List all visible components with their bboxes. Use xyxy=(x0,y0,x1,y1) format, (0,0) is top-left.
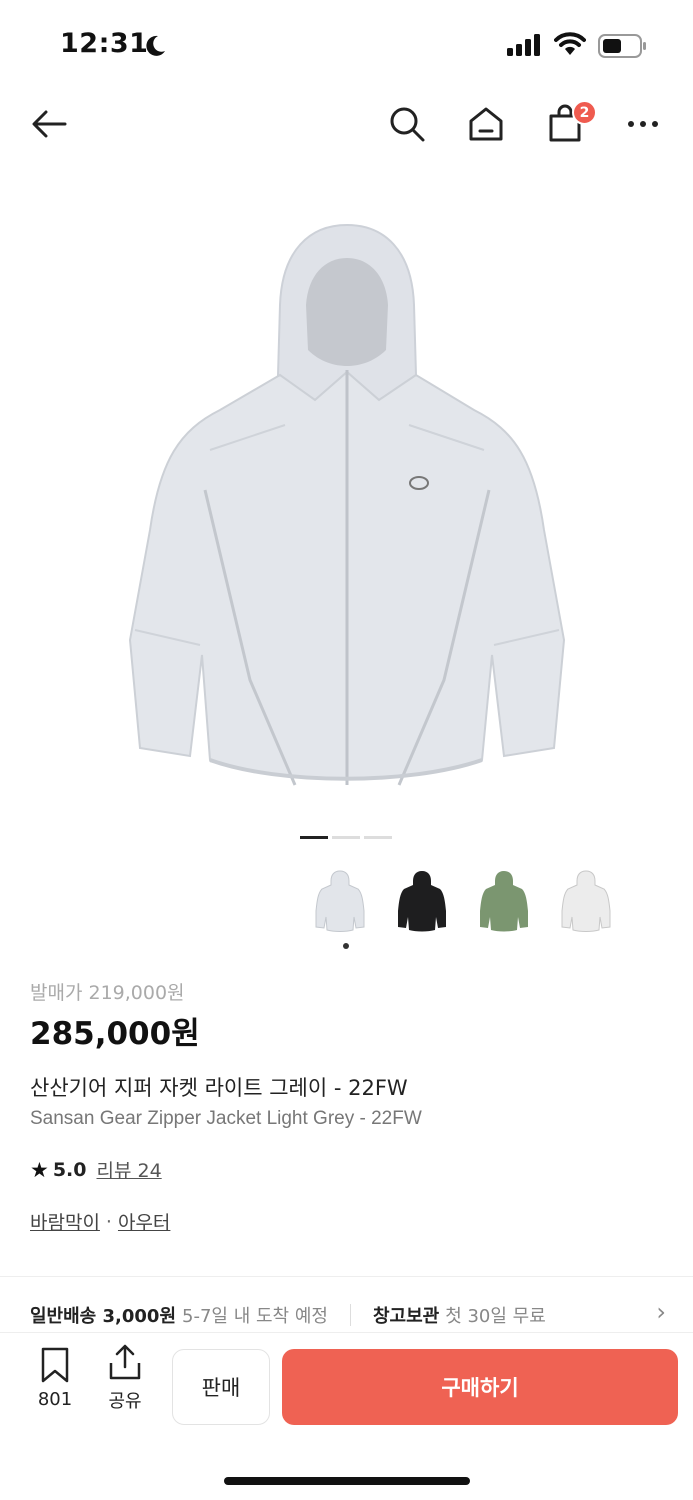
moon-icon xyxy=(146,35,165,56)
home-icon xyxy=(469,107,503,141)
section-divider xyxy=(0,1276,693,1277)
current-price: 285,000원 xyxy=(30,1016,200,1052)
standard-delivery-label: 일반배송 3,000원 xyxy=(30,1306,177,1327)
sell-button[interactable]: 판매 xyxy=(172,1349,270,1425)
release-price: 발매가 219,000원 xyxy=(30,982,185,1004)
more-dots-icon xyxy=(628,121,658,127)
bookmark-button[interactable]: 801 xyxy=(32,1347,78,1410)
product-image[interactable] xyxy=(110,200,584,810)
thumbnail-white[interactable] xyxy=(558,862,614,938)
category-row: 바람막이 · 아우터 xyxy=(30,1208,170,1235)
image-pager xyxy=(300,836,392,839)
signal-icon xyxy=(507,34,540,56)
share-label: 공유 xyxy=(108,1391,142,1412)
rating-row: ★ 5.0 리뷰 24 xyxy=(30,1156,162,1183)
share-icon xyxy=(109,1344,141,1380)
selected-thumbnail-indicator xyxy=(343,943,349,949)
standard-delivery-eta: 5-7일 내 도착 예정 xyxy=(182,1306,328,1327)
bookmark-icon xyxy=(41,1347,69,1383)
wifi-icon xyxy=(554,32,586,55)
pager-dot-active xyxy=(300,836,328,839)
pager-dot xyxy=(364,836,392,839)
home-button[interactable] xyxy=(461,96,511,152)
home-indicator[interactable] xyxy=(224,1477,470,1485)
cart-count-badge: 2 xyxy=(572,100,597,125)
bookmark-count: 801 xyxy=(37,1389,73,1410)
delivery-row[interactable]: 일반배송 3,000원 5-7일 내 도착 예정 창고보관 첫 30일 무료 › xyxy=(30,1298,670,1328)
rating-score: 5.0 xyxy=(52,1158,87,1181)
top-nav: 2 xyxy=(0,96,693,152)
search-button[interactable] xyxy=(382,96,432,152)
product-name-korean: 산산기어 지퍼 자켓 라이트 그레이 - 22FW xyxy=(30,1076,408,1100)
color-thumbnails xyxy=(312,862,614,938)
back-button[interactable] xyxy=(24,96,74,152)
star-icon: ★ xyxy=(30,1157,49,1182)
thumbnail-green[interactable] xyxy=(476,862,532,938)
jacket-white-icon xyxy=(561,870,611,932)
warehouse-storage-label: 창고보관 xyxy=(372,1306,440,1327)
search-icon xyxy=(390,107,425,142)
buy-button[interactable]: 구매하기 xyxy=(282,1349,678,1425)
cart-button[interactable]: 2 xyxy=(540,96,597,152)
jacket-light-grey-icon xyxy=(315,870,365,932)
category-link-outer[interactable]: 아우터 xyxy=(118,1208,170,1235)
category-separator: · xyxy=(105,1210,112,1233)
category-link-windbreaker[interactable]: 바람막이 xyxy=(30,1208,100,1235)
status-time: 12:31 xyxy=(60,28,149,59)
jacket-black-icon xyxy=(398,871,446,932)
jacket-green-icon xyxy=(480,871,528,932)
share-button[interactable]: 공유 xyxy=(102,1343,148,1413)
thumbnail-black[interactable] xyxy=(394,862,450,938)
arrow-left-icon xyxy=(32,110,67,138)
review-link[interactable]: 리뷰 24 xyxy=(97,1156,162,1183)
battery-icon xyxy=(598,34,646,58)
delivery-separator xyxy=(349,1304,351,1326)
product-name-english: Sansan Gear Zipper Jacket Light Grey - 2… xyxy=(30,1108,422,1129)
chevron-right-icon: › xyxy=(656,1298,666,1326)
bottom-action-bar: 801 공유 판매 구매하기 xyxy=(0,1332,693,1500)
more-button[interactable] xyxy=(618,96,668,152)
warehouse-storage-note: 첫 30일 무료 xyxy=(445,1306,546,1327)
pager-dot xyxy=(332,836,360,839)
thumbnail-light-grey[interactable] xyxy=(312,862,368,938)
status-bar: 12:31 xyxy=(0,0,693,90)
